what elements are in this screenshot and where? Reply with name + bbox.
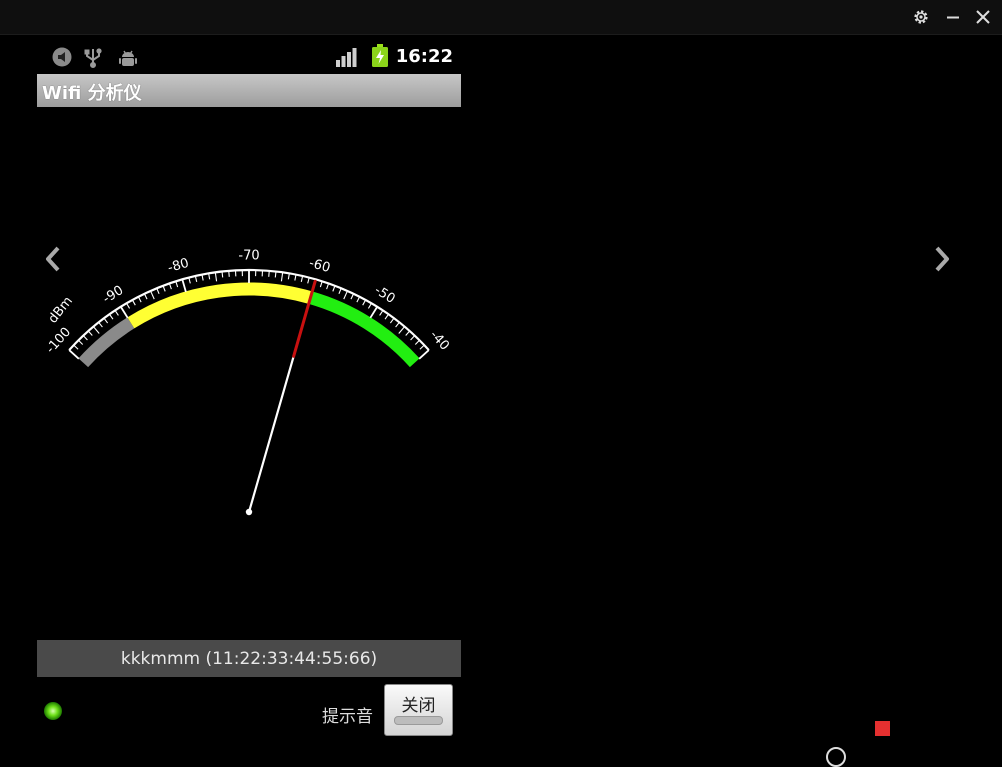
gauge-minor-tick bbox=[202, 275, 203, 281]
gauge-minor-tick bbox=[229, 271, 230, 277]
gauge-major-tick bbox=[121, 307, 128, 318]
gauge-minor-tick bbox=[399, 327, 405, 334]
gauge-minor-tick bbox=[363, 300, 366, 305]
gauge-minor-tick bbox=[132, 300, 135, 305]
gauge-minor-tick bbox=[88, 331, 92, 335]
record-stop-icon[interactable] bbox=[875, 721, 890, 736]
network-bar: kkkmmm (11:22:33:44:55:66) bbox=[37, 640, 461, 677]
gauge-minor-tick bbox=[78, 340, 82, 344]
gauge-minor-tick bbox=[222, 272, 223, 278]
gauge-minor-tick bbox=[115, 310, 118, 315]
close-toggle-button[interactable]: 关闭 bbox=[384, 684, 453, 736]
gauge-major-tick bbox=[69, 350, 79, 359]
gauge-minor-tick bbox=[138, 297, 141, 302]
gauge-minor-tick bbox=[99, 322, 103, 327]
gauge-minor-tick bbox=[269, 271, 270, 277]
gauge-minor-tick bbox=[74, 345, 78, 349]
gauge-minor-tick bbox=[390, 318, 394, 323]
chevron-right-icon[interactable] bbox=[927, 242, 957, 276]
app-title: Wifi 分析仪 bbox=[42, 79, 142, 105]
close-toggle-label: 关闭 bbox=[385, 691, 452, 716]
app-titlebar: Wifi 分析仪 bbox=[37, 74, 461, 107]
sound-label: 提示音 bbox=[322, 702, 373, 727]
gauge-minor-tick bbox=[176, 281, 178, 287]
gauge-minor-tick bbox=[169, 283, 171, 289]
gauge-minor-tick bbox=[368, 303, 371, 308]
gauge-tick-label: -90 bbox=[100, 283, 126, 307]
toggle-indicator bbox=[394, 716, 443, 725]
gauge-minor-tick bbox=[396, 322, 400, 327]
battery-charging-icon bbox=[371, 44, 389, 72]
gauge-minor-tick bbox=[385, 314, 388, 319]
gauge-major-tick bbox=[419, 350, 429, 359]
status-led-icon bbox=[44, 702, 62, 720]
gauge-minor-tick bbox=[301, 276, 302, 282]
gauge-minor-tick bbox=[380, 310, 383, 315]
gauge-tick-label: -40 bbox=[427, 328, 452, 354]
window-titlebar bbox=[0, 0, 1002, 35]
gauge-unit-label: dBm bbox=[46, 294, 76, 327]
signal-bars-icon bbox=[335, 46, 359, 72]
gauge-minor-tick bbox=[195, 276, 196, 282]
gauge-minor-tick bbox=[163, 286, 165, 292]
gauge-minor-tick bbox=[151, 291, 155, 299]
gauge-tick-label: -50 bbox=[372, 283, 398, 307]
gauge-minor-tick bbox=[351, 294, 354, 299]
gauge-minor-tick bbox=[104, 318, 108, 323]
gauge-minor-tick bbox=[406, 331, 410, 335]
close-icon[interactable] bbox=[970, 4, 996, 30]
status-bar: 16:22 bbox=[37, 40, 461, 74]
gauge-minor-tick bbox=[357, 297, 360, 302]
gauge-zone-2 bbox=[131, 289, 311, 323]
gauge-minor-tick bbox=[295, 275, 296, 281]
gauge-minor-tick bbox=[411, 336, 415, 340]
gear-icon[interactable] bbox=[908, 4, 934, 30]
gauge-minor-tick bbox=[308, 278, 309, 284]
gauge-minor-tick bbox=[127, 303, 130, 308]
gauge-major-tick bbox=[182, 279, 186, 291]
gauge-minor-tick bbox=[275, 272, 276, 278]
gauge-tick-label: -100 bbox=[43, 325, 74, 357]
android-debug-icon bbox=[117, 46, 139, 72]
gauge-minor-tick bbox=[415, 340, 419, 344]
gauge-minor-tick bbox=[83, 336, 87, 340]
signal-gauge: -100 -90 -80 -70 -60 -50 -40 dBm bbox=[37, 190, 461, 530]
gauge-minor-tick bbox=[189, 278, 190, 284]
gauge-major-tick bbox=[370, 307, 377, 318]
gauge-minor-tick bbox=[215, 272, 216, 281]
usb-icon bbox=[83, 46, 103, 72]
gauge-minor-tick bbox=[110, 314, 113, 319]
status-time: 16:22 bbox=[396, 46, 453, 67]
minimize-icon[interactable] bbox=[940, 4, 966, 30]
gauge-needle bbox=[246, 281, 315, 515]
gauge-minor-tick bbox=[281, 272, 282, 281]
gauge-tick-label: -80 bbox=[166, 256, 191, 276]
gauge-tick-label: -70 bbox=[238, 249, 259, 264]
gauge-minor-tick bbox=[157, 288, 159, 294]
gauge-tick-label: -60 bbox=[307, 256, 332, 276]
gauge-minor-tick bbox=[344, 291, 348, 299]
gauge-minor-tick bbox=[320, 281, 322, 287]
gauge-zone-3 bbox=[310, 298, 414, 363]
network-name: kkkmmm (11:22:33:44:55:66) bbox=[121, 649, 377, 669]
circle-icon bbox=[826, 747, 846, 767]
gauge-minor-tick bbox=[420, 345, 424, 349]
gauge-minor-tick bbox=[333, 286, 335, 292]
gauge-minor-tick bbox=[144, 294, 147, 299]
gauge-minor-tick bbox=[93, 327, 99, 334]
gauge-minor-tick bbox=[339, 288, 341, 294]
media-icon bbox=[51, 46, 73, 72]
gauge-minor-tick bbox=[327, 283, 329, 289]
